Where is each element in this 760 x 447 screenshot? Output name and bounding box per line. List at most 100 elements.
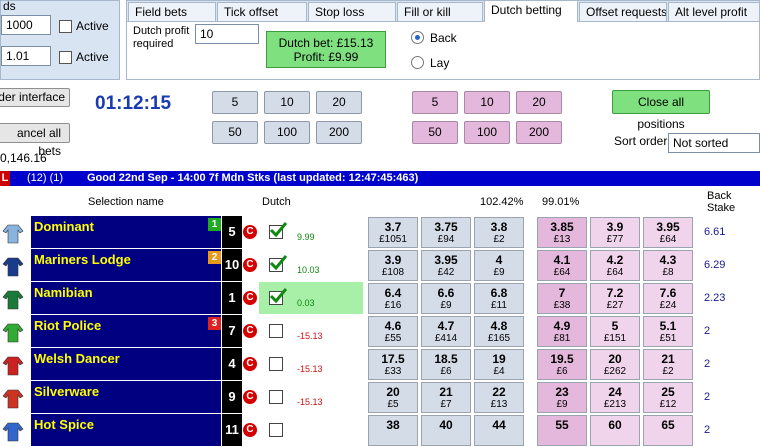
lay-stake-10-button[interactable]: 10 (464, 91, 510, 114)
lay-price-cell[interactable]: 19.5 £6 (537, 349, 587, 380)
back-stake-50-button[interactable]: 50 (212, 121, 258, 144)
min-odds-input[interactable]: 1.01 (1, 46, 51, 66)
back-price-cell[interactable]: 22 £13 (474, 382, 524, 413)
active-checkbox-1[interactable] (59, 20, 72, 33)
dutch-checkbox[interactable] (269, 390, 283, 404)
lay-price-cell[interactable]: 24 £213 (590, 382, 640, 413)
lay-price-cell[interactable]: 21 £2 (643, 349, 693, 380)
selection-name[interactable]: Riot Police 3 (31, 315, 221, 347)
lay-price-cell[interactable]: 7 £38 (537, 283, 587, 314)
lay-price-cell[interactable]: 7.6 £24 (643, 283, 693, 314)
dutch-checkbox[interactable] (269, 222, 287, 239)
back-stake-100-button[interactable]: 100 (264, 121, 310, 144)
back-price-cell[interactable]: 3.95 £42 (421, 250, 471, 281)
back-price-cell[interactable]: 3.75 £94 (421, 217, 471, 248)
back-price-cell[interactable]: 20 £5 (368, 382, 418, 413)
back-stake-value[interactable]: 2 (704, 358, 710, 370)
tab-alt-level-profit[interactable]: Alt level profit (668, 2, 760, 22)
tab-dutch-betting[interactable]: Dutch betting (484, 0, 578, 22)
back-radio[interactable] (411, 31, 424, 44)
back-stake-200-button[interactable]: 200 (316, 121, 362, 144)
lay-price-cell[interactable]: 4.3 £8 (643, 250, 693, 281)
back-price-cell[interactable]: 18.5 £6 (421, 349, 471, 380)
cancel-icon[interactable]: C (243, 291, 257, 305)
back-price-cell[interactable]: 6.4 £16 (368, 283, 418, 314)
close-all-positions-button[interactable]: Close all positions (612, 90, 710, 131)
selection-name[interactable]: Dominant 1 (31, 216, 221, 248)
back-price-cell[interactable]: 4.7 £414 (421, 316, 471, 347)
selection-name[interactable]: Hot Spice (31, 414, 221, 446)
tab-stop-loss[interactable]: Stop loss (308, 2, 396, 22)
lay-price-cell[interactable]: 5.1 £51 (643, 316, 693, 347)
back-stake-5-button[interactable]: 5 (212, 91, 258, 114)
dutch-checkbox[interactable] (269, 288, 287, 305)
cancel-icon[interactable]: C (243, 324, 257, 338)
lay-price-cell[interactable]: 3.85 £13 (537, 217, 587, 248)
lay-price-cell[interactable]: 5 £151 (590, 316, 640, 347)
lay-radio[interactable] (411, 56, 424, 69)
lay-stake-5-button[interactable]: 5 (412, 91, 458, 114)
back-stake-10-button[interactable]: 10 (264, 91, 310, 114)
lay-stake-200-button[interactable]: 200 (516, 121, 562, 144)
dutch-checkbox[interactable] (269, 423, 283, 437)
back-price-cell[interactable]: 3.9 £108 (368, 250, 418, 281)
dutch-checkbox[interactable] (269, 357, 283, 371)
back-price-cell[interactable]: 4.6 £55 (368, 316, 418, 347)
lay-price-cell[interactable]: 65 (643, 415, 693, 446)
back-price-cell[interactable]: 17.5 £33 (368, 349, 418, 380)
back-stake-value[interactable]: 2 (704, 391, 710, 403)
selection-name[interactable]: Mariners Lodge 2 (31, 249, 221, 281)
back-stake-value[interactable]: 6.61 (704, 226, 725, 238)
dutch-checkbox[interactable] (269, 255, 287, 272)
selection-name[interactable]: Namibian (31, 282, 221, 314)
sort-order-select[interactable]: Not sorted (668, 133, 760, 153)
back-price-cell[interactable]: 19 £4 (474, 349, 524, 380)
lay-stake-50-button[interactable]: 50 (412, 121, 458, 144)
back-stake-20-button[interactable]: 20 (316, 91, 362, 114)
tab-fill-or-kill[interactable]: Fill or kill (397, 2, 483, 22)
dutch-checkbox[interactable] (269, 324, 283, 338)
lay-price-cell[interactable]: 25 £12 (643, 382, 693, 413)
selection-name[interactable]: Welsh Dancer (31, 348, 221, 380)
lay-price-cell[interactable]: 4.2 £64 (590, 250, 640, 281)
lay-price-cell[interactable]: 3.95 £64 (643, 217, 693, 248)
odds-limit-input[interactable]: 1000 (1, 15, 51, 35)
lay-price-cell[interactable]: 20 £262 (590, 349, 640, 380)
back-stake-value[interactable]: 2 (704, 325, 710, 337)
tab-offset-requests[interactable]: Offset requests (579, 2, 667, 22)
cancel-icon[interactable]: C (243, 357, 257, 371)
lay-price-cell[interactable]: 4.9 £81 (537, 316, 587, 347)
back-price-cell[interactable]: 40 (421, 415, 471, 446)
back-price-cell[interactable]: 38 (368, 415, 418, 446)
selection-name[interactable]: Silverware (31, 381, 221, 413)
lay-price-cell[interactable]: 55 (537, 415, 587, 446)
back-price-cell[interactable]: 4.8 £165 (474, 316, 524, 347)
back-price-cell[interactable]: 4 £9 (474, 250, 524, 281)
tab-tick-offset[interactable]: Tick offset (217, 2, 307, 22)
back-stake-value[interactable]: 6.29 (704, 259, 725, 271)
dutch-profit-input[interactable]: 10 (195, 24, 259, 44)
back-price-cell[interactable]: 21 £7 (421, 382, 471, 413)
back-price-cell[interactable]: 6.6 £9 (421, 283, 471, 314)
back-price-cell[interactable]: 3.7 £1051 (368, 217, 418, 248)
cancel-icon[interactable]: C (243, 225, 257, 239)
lay-price-cell[interactable]: 4.1 £64 (537, 250, 587, 281)
lay-price-cell[interactable]: 3.9 £77 (590, 217, 640, 248)
cancel-icon[interactable]: C (243, 390, 257, 404)
lay-price-cell[interactable]: 7.2 £27 (590, 283, 640, 314)
order-interface-button[interactable]: der interface (0, 88, 70, 107)
cancel-icon[interactable]: C (243, 423, 257, 437)
active-checkbox-2[interactable] (59, 51, 72, 64)
lay-stake-100-button[interactable]: 100 (464, 121, 510, 144)
back-price-cell[interactable]: 3.8 £2 (474, 217, 524, 248)
dutch-bet-summary[interactable]: Dutch bet: £15.13 Profit: £9.99 (266, 31, 386, 68)
lay-stake-20-button[interactable]: 20 (516, 91, 562, 114)
lay-price-cell[interactable]: 23 £9 (537, 382, 587, 413)
back-price-cell[interactable]: 44 (474, 415, 524, 446)
cancel-all-bets-button[interactable]: ancel all bets (0, 123, 70, 158)
cancel-icon[interactable]: C (243, 258, 257, 272)
tab-field-bets[interactable]: Field bets (128, 2, 216, 22)
lay-price-cell[interactable]: 60 (590, 415, 640, 446)
back-stake-value[interactable]: 2 (704, 424, 710, 436)
back-price-cell[interactable]: 6.8 £11 (474, 283, 524, 314)
